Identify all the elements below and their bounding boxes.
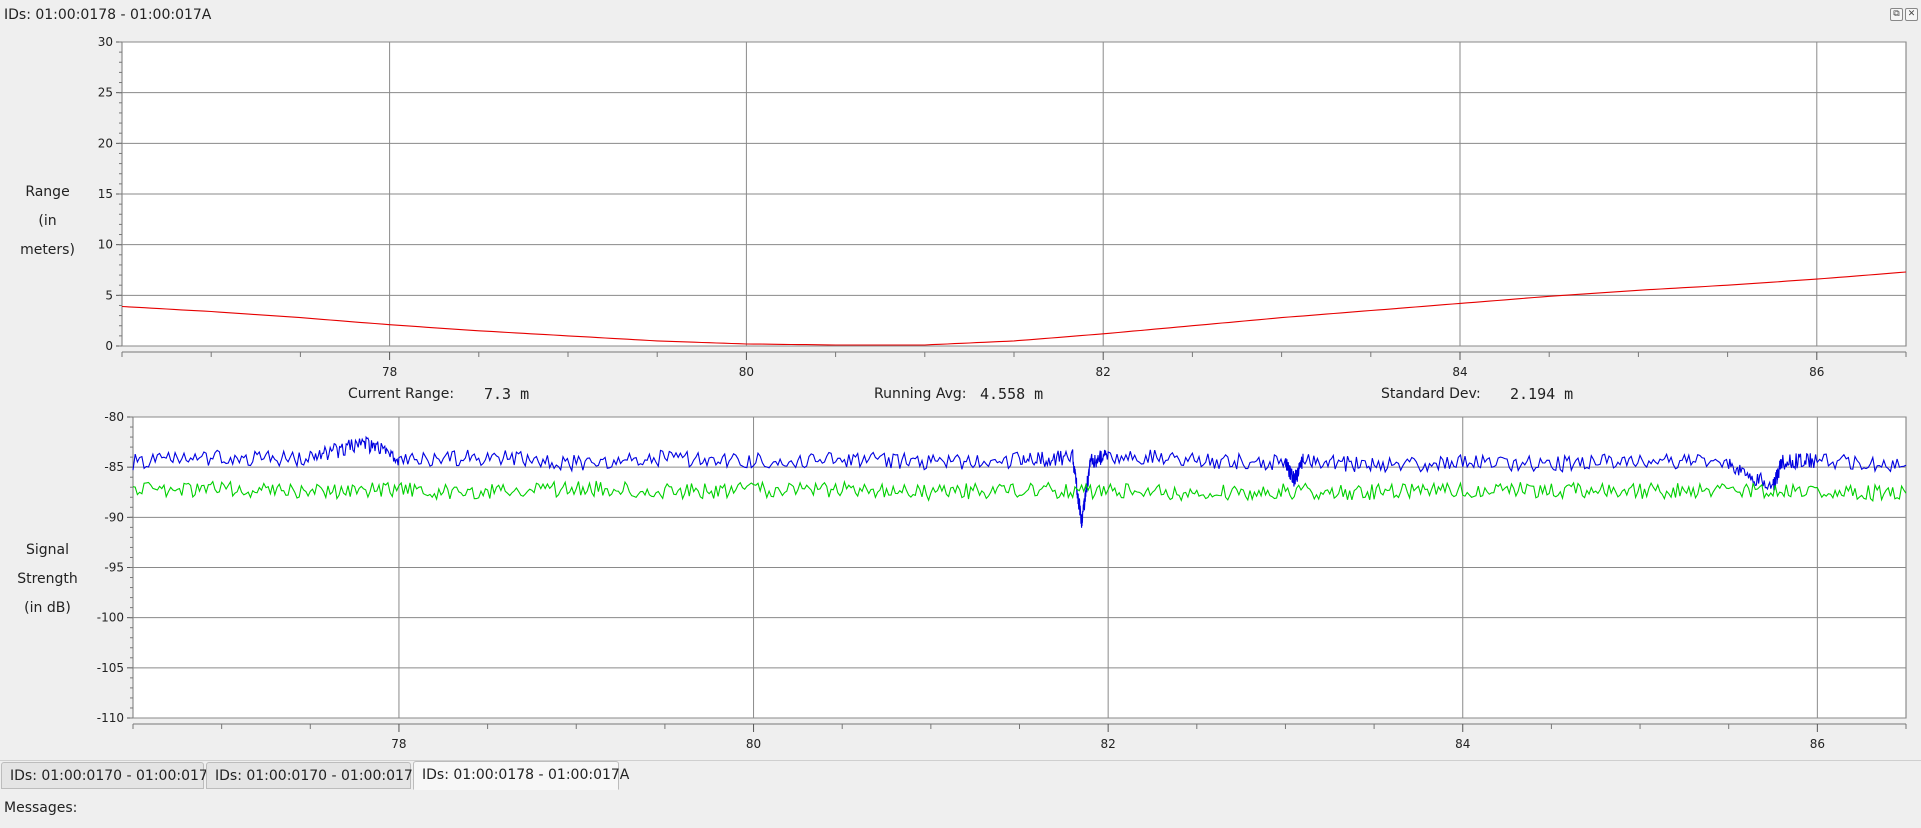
signal-ytick-label: -110 bbox=[97, 711, 124, 725]
range-xtick-label: 80 bbox=[739, 365, 754, 379]
signal-xtick-label: 82 bbox=[1101, 737, 1116, 751]
tab-label: IDs: 01:00:0170 - 01:00:0171 bbox=[10, 768, 217, 784]
range-ytick-label: 10 bbox=[98, 238, 113, 252]
tab-label: IDs: 01:00:0170 - 01:00:017A bbox=[215, 768, 423, 784]
range-xtick-label: 82 bbox=[1096, 365, 1111, 379]
std-dev-label: Standard Dev: bbox=[1381, 386, 1481, 402]
range-chart: 0 5 10 15 20 25 30 78 80 82 84 86 bbox=[98, 35, 1907, 379]
close-icon[interactable]: ✕ bbox=[1905, 8, 1918, 21]
running-avg-label: Running Avg: bbox=[874, 386, 967, 402]
signal-ytick-label: -90 bbox=[104, 510, 124, 524]
range-ytick-label: 15 bbox=[98, 187, 113, 201]
signal-xtick-label: 78 bbox=[391, 737, 406, 751]
tab-bar: IDs: 01:00:0170 - 01:00:0171 IDs: 01:00:… bbox=[0, 760, 1921, 791]
signal-ytick-label: -95 bbox=[104, 561, 124, 575]
tab-0170-0171[interactable]: IDs: 01:00:0170 - 01:00:0171 bbox=[1, 762, 217, 789]
signal-xtick-label: 80 bbox=[746, 737, 761, 751]
messages-label: Messages: bbox=[4, 800, 78, 816]
signal-ytick-label: -85 bbox=[104, 460, 124, 474]
restore-icon[interactable]: ⧉ bbox=[1890, 8, 1903, 21]
signal-chart: -80 -85 -90 -95 -100 -105 -110 78 80 82 84 86 bbox=[97, 410, 1907, 751]
range-ytick-label: 0 bbox=[105, 339, 113, 353]
tab-0178-017a[interactable]: IDs: 01:00:0178 - 01:00:017A bbox=[413, 761, 629, 790]
stats-row: Current Range: 7.3 m Running Avg: 4.558 … bbox=[0, 384, 1921, 406]
window-title: IDs: 01:00:0178 - 01:00:017A bbox=[4, 7, 212, 23]
range-ytick-label: 25 bbox=[98, 86, 113, 100]
signal-xtick-label: 84 bbox=[1455, 737, 1470, 751]
current-range-label: Current Range: bbox=[348, 386, 455, 402]
std-dev-value: 2.194 m bbox=[1510, 385, 1574, 403]
range-xtick-label: 78 bbox=[382, 365, 397, 379]
title-bar: IDs: 01:00:0178 - 01:00:017A ⧉ ✕ bbox=[0, 0, 1921, 30]
range-ytick-label: 20 bbox=[98, 136, 113, 150]
tab-0170-017a[interactable]: IDs: 01:00:0170 - 01:00:017A bbox=[206, 762, 422, 789]
range-ytick-label: 30 bbox=[98, 35, 113, 49]
running-avg-value: 4.558 m bbox=[980, 385, 1044, 403]
range-ytick-label: 5 bbox=[105, 288, 113, 302]
range-xtick-label: 84 bbox=[1452, 365, 1467, 379]
current-range-value: 7.3 m bbox=[484, 385, 530, 403]
signal-ytick-label: -100 bbox=[97, 611, 124, 625]
signal-xtick-label: 86 bbox=[1810, 737, 1825, 751]
signal-ytick-label: -105 bbox=[97, 661, 124, 675]
tab-label: IDs: 01:00:0178 - 01:00:017A bbox=[422, 767, 630, 783]
range-xtick-label: 86 bbox=[1809, 365, 1824, 379]
signal-ytick-label: -80 bbox=[104, 410, 124, 424]
